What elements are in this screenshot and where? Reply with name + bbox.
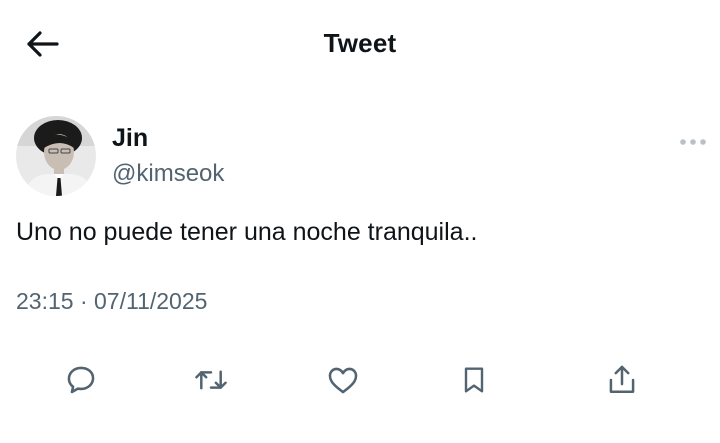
tweet-date[interactable]: 07/11/2025 xyxy=(94,288,207,314)
bookmark-icon xyxy=(464,367,484,393)
tweet-meta: 23:15 · 07/11/2025 xyxy=(16,288,207,315)
retweet-button[interactable] xyxy=(191,360,231,400)
top-bar: Tweet xyxy=(0,0,720,90)
page-title: Tweet xyxy=(323,28,397,58)
share-icon xyxy=(609,365,635,394)
author-name[interactable]: Jin xyxy=(112,124,148,153)
more-options-button[interactable] xyxy=(676,132,710,152)
like-button[interactable] xyxy=(323,360,363,400)
action-bar xyxy=(0,356,720,404)
avatar[interactable] xyxy=(16,116,96,196)
tweet-time[interactable]: 23:15 xyxy=(16,288,74,314)
share-button[interactable] xyxy=(602,360,642,400)
more-horizontal-icon xyxy=(680,139,706,145)
profile-photo xyxy=(16,116,96,196)
meta-separator: · xyxy=(79,288,88,314)
bookmark-button[interactable] xyxy=(454,360,494,400)
like-icon xyxy=(328,367,358,394)
reply-icon xyxy=(67,366,95,394)
tweet-text: Uno no puede tener una noche tranquila.. xyxy=(16,218,478,246)
author-handle[interactable]: @kimseok xyxy=(112,160,224,188)
reply-button[interactable] xyxy=(61,360,101,400)
retweet-icon xyxy=(195,370,227,390)
